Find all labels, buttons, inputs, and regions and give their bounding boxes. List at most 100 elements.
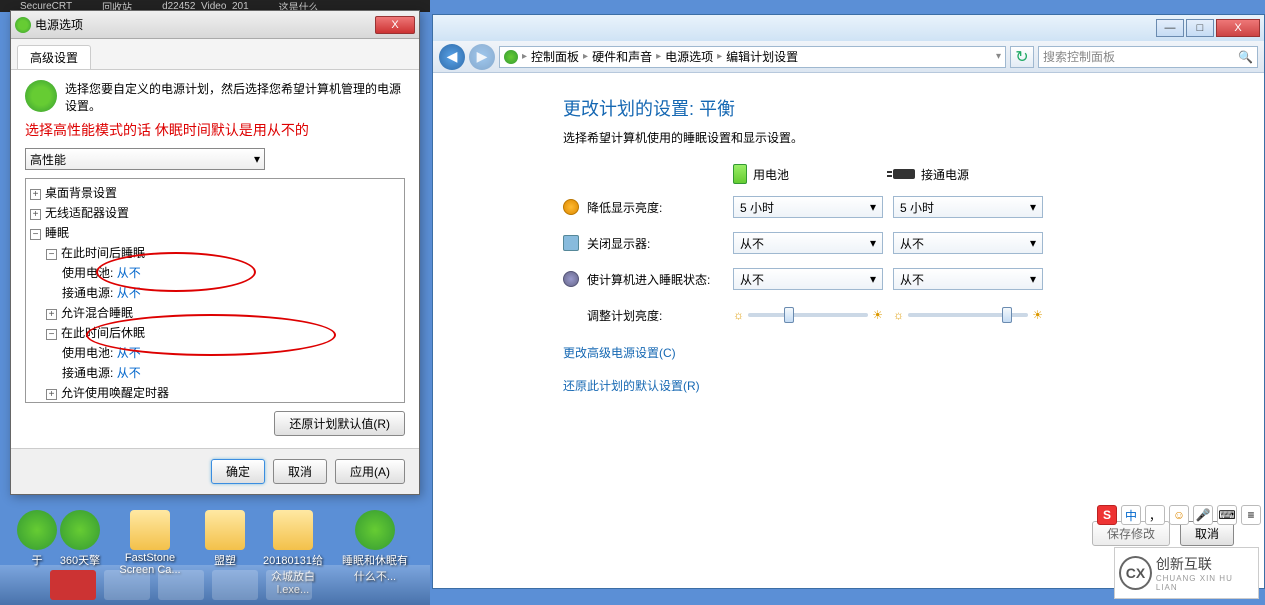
ime-punct-button[interactable]: ， [1145,505,1165,525]
sun-icon: ☀ [1032,308,1043,322]
minimize-button[interactable]: — [1156,19,1184,37]
tree-batt2-val[interactable]: 从不 [117,346,141,360]
collapse-icon[interactable]: − [46,249,57,260]
plan-select[interactable]: 高性能 ▾ [25,148,265,170]
tab-advanced[interactable]: 高级设置 [17,45,91,69]
ok-button[interactable]: 确定 [211,459,265,484]
dialog-titlebar[interactable]: 电源选项 X [11,11,419,39]
maximize-button[interactable]: □ [1186,19,1214,37]
logo-icon: CX [1119,556,1152,590]
tree-hibernate-after[interactable]: 在此时间后休眠 [61,326,145,340]
ime-toolbar[interactable]: S 中 ， ☺ 🎤 ⌨ ≡ [1097,505,1261,525]
tree-wake-timer[interactable]: 允许使用唤醒定时器 [61,386,169,400]
close-button[interactable]: X [375,16,415,34]
expand-icon[interactable]: + [30,209,41,220]
expand-icon[interactable]: + [30,189,41,200]
ime-lang-button[interactable]: 中 [1121,505,1141,525]
off-plugged-select[interactable]: 从不 ▾ [893,232,1043,254]
dialog-title: 电源选项 [35,16,83,33]
battery-icon [25,80,57,112]
task-item[interactable] [158,570,204,600]
red-note: 选择高性能模式的话 休眠时间默认是用从不的 [25,120,405,140]
link-advanced[interactable]: 更改高级电源设置(C) [563,344,1234,361]
collapse-icon[interactable]: − [30,229,41,240]
watermark-logo: CX 创新互联 CHUANG XIN HU LIAN [1114,547,1259,599]
sun-icon: ☼ [733,308,744,322]
row-sleep-label: 使计算机进入睡眠状态: [587,271,733,288]
desktop-icon[interactable] [60,510,100,550]
bc-hardware[interactable]: 硬件和声音 [592,48,652,65]
task-item[interactable] [104,570,150,600]
off-p-val: 从不 [900,235,924,252]
chevron-down-icon: ▾ [1030,272,1036,286]
apply-button[interactable]: 应用(A) [335,459,405,484]
dialog-desc: 选择您要自定义的电源计划，然后选择您希望计算机管理的电源设置。 [65,80,405,114]
tree-wifi[interactable]: 无线适配器设置 [45,206,129,220]
moon-icon [563,271,579,287]
control-panel-window: — □ X ◀ ▶ ▸ 控制面板▸ 硬件和声音▸ 电源选项▸ 编辑计划设置 ▾ … [432,14,1265,589]
tree-ac-val[interactable]: 从不 [117,286,141,300]
link-restore[interactable]: 还原此计划的默认设置(R) [563,377,1234,394]
chevron-down-icon: ▾ [1030,236,1036,250]
settings-tree[interactable]: +桌面背景设置 +无线适配器设置 −睡眠 −在此时间后睡眠 使用电池: 从不 接… [25,178,405,403]
expand-icon[interactable]: + [46,389,57,400]
dim-battery-select[interactable]: 5 小时▾ [733,196,883,218]
refresh-button[interactable]: ↻ [1010,46,1034,68]
blank-icon [563,307,579,323]
row-off-label: 关闭显示器: [587,235,733,252]
back-button[interactable]: ◀ [439,44,465,70]
collapse-icon[interactable]: − [46,329,57,340]
forward-button[interactable]: ▶ [469,44,495,70]
tree-hybrid[interactable]: 允许混合睡眠 [61,306,133,320]
desktop-icon[interactable] [130,510,170,550]
desktop-icon[interactable] [273,510,313,550]
sleep-battery-select[interactable]: 从不▾ [733,268,883,290]
chevron-down-icon: ▾ [1030,200,1036,214]
taskbar[interactable] [0,565,430,605]
col-plugged: 接通电源 [921,166,969,183]
ime-mic-button[interactable]: 🎤 [1193,505,1213,525]
tree-batt-label: 使用电池: [62,266,113,280]
search-icon: 🔍 [1238,50,1253,64]
expand-icon[interactable]: + [46,309,57,320]
cancel-button[interactable]: 取消 [273,459,327,484]
off-battery-select[interactable]: 从不▾ [733,232,883,254]
tree-sleep[interactable]: 睡眠 [45,226,69,240]
window-titlebar[interactable]: — □ X [433,15,1264,41]
task-item[interactable] [266,570,312,600]
bc-power[interactable]: 电源选项 [665,48,713,65]
ime-emoji-button[interactable]: ☺ [1169,505,1189,525]
tree-sleep-after[interactable]: 在此时间后睡眠 [61,246,145,260]
desktop-icon[interactable] [355,510,395,550]
tree-ac-label: 接通电源: [62,286,113,300]
ime-keyboard-button[interactable]: ⌨ [1217,505,1237,525]
close-button[interactable]: X [1216,19,1260,37]
dim-plugged-select[interactable]: 5 小时▾ [893,196,1043,218]
dim-icon [563,199,579,215]
tree-desktop-bg[interactable]: 桌面背景设置 [45,186,117,200]
ime-s-button[interactable]: S [1097,505,1117,525]
bc-edit-plan[interactable]: 编辑计划设置 [726,48,798,65]
bc-control-panel[interactable]: 控制面板 [531,48,579,65]
chevron-down-icon: ▾ [870,200,876,214]
battery-icon [733,164,747,184]
search-input[interactable]: 搜索控制面板 🔍 [1038,46,1258,68]
tree-ac2-label: 接通电源: [62,366,113,380]
bright-plugged-slider[interactable]: ☼ ☀ [893,304,1043,326]
sleep-p-val: 从不 [900,271,924,288]
page-desc: 选择希望计算机使用的睡眠设置和显示设置。 [563,129,1234,146]
tree-ac2-val[interactable]: 从不 [117,366,141,380]
chevron-down-icon[interactable]: ▾ [996,51,1001,62]
task-item[interactable] [50,570,96,600]
task-item[interactable] [212,570,258,600]
bright-battery-slider[interactable]: ☼ ☀ [733,304,883,326]
sleep-plugged-select[interactable]: 从不 ▾ [893,268,1043,290]
chevron-down-icon: ▾ [870,236,876,250]
tree-batt-val[interactable]: 从不 [117,266,141,280]
power-icon [15,17,31,33]
plug-icon [893,169,915,179]
restore-defaults-button[interactable]: 还原计划默认值(R) [274,411,405,436]
breadcrumb[interactable]: ▸ 控制面板▸ 硬件和声音▸ 电源选项▸ 编辑计划设置 ▾ [499,46,1006,68]
ime-menu-button[interactable]: ≡ [1241,505,1261,525]
desktop-icon[interactable] [205,510,245,550]
